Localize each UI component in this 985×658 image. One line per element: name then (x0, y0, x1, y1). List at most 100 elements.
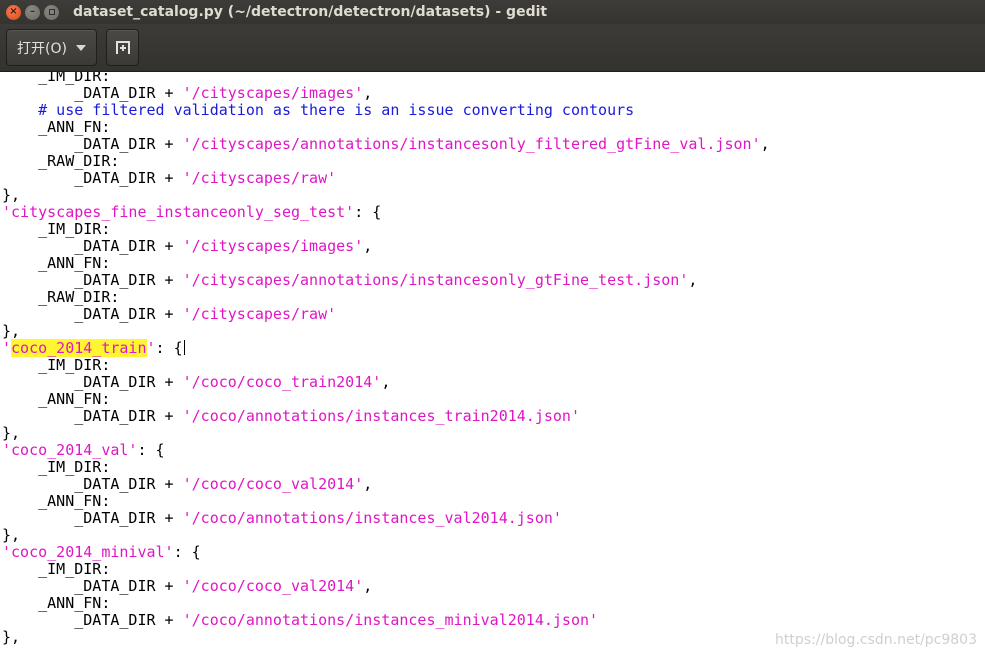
code-line: _ANN_FN: (2, 493, 770, 510)
string-token: '/cityscapes/images' (182, 237, 364, 255)
header-bar: 打开(O) (0, 24, 985, 72)
code-token: _ANN_FN: (2, 118, 111, 136)
window-controls: × – (6, 4, 59, 20)
code-line: 'coco_2014_train': { (2, 339, 770, 357)
code-token: : { (137, 441, 165, 459)
code-token: _DATA_DIR + (2, 135, 183, 153)
code-line: _DATA_DIR + '/coco/annotations/instances… (2, 612, 770, 629)
code-token: _RAW_DIR: (2, 288, 120, 306)
code-token: _DATA_DIR + (2, 84, 183, 102)
code-line: _RAW_DIR: (2, 153, 770, 170)
string-token: '/coco/annotations/instances_minival2014… (182, 611, 599, 629)
code-line: }, (2, 629, 770, 646)
code-token: _DATA_DIR + (2, 407, 183, 425)
code-line: }, (2, 323, 770, 340)
code-token: _DATA_DIR + (2, 169, 183, 187)
code-token: _DATA_DIR + (2, 271, 183, 289)
code-line: _ANN_FN: (2, 595, 770, 612)
code-token: _DATA_DIR + (2, 475, 183, 493)
code-token: }, (2, 628, 21, 646)
code-token: , (688, 271, 698, 289)
string-token: '/cityscapes/annotations/instancesonly_f… (182, 135, 761, 153)
code-line: _DATA_DIR + '/coco/coco_val2014', (2, 578, 770, 595)
code-line: _RAW_DIR: (2, 289, 770, 306)
code-token: , (363, 84, 373, 102)
code-line: _DATA_DIR + '/coco/annotations/instances… (2, 510, 770, 527)
code-token: }, (2, 186, 21, 204)
code-token: : { (173, 543, 201, 561)
code-token: _RAW_DIR: (2, 152, 120, 170)
code-token: _DATA_DIR + (2, 237, 183, 255)
string-token: '/coco/annotations/instances_val2014.jso… (182, 509, 562, 527)
minimize-window-button[interactable]: – (25, 4, 40, 20)
code-line: }, (2, 187, 770, 204)
close-icon: × (9, 6, 18, 17)
code-line: _DATA_DIR + '/cityscapes/raw' (2, 170, 770, 187)
title-bar: × – dataset_catalog.py (~/detectron/dete… (0, 0, 985, 24)
string-token: '/coco/coco_train2014' (182, 373, 382, 391)
code-line: _IM_DIR: (2, 561, 770, 578)
code-token: , (760, 135, 770, 153)
code-token: _ANN_FN: (2, 390, 111, 408)
code-token: _ANN_FN: (2, 594, 111, 612)
string-token: 'coco_2014_val' (2, 441, 138, 459)
window-title: dataset_catalog.py (~/detectron/detectro… (73, 4, 548, 20)
code-token: _ANN_FN: (2, 492, 111, 510)
string-token: 'coco_2014_minival' (2, 543, 174, 561)
text-cursor (183, 340, 185, 355)
string-token: '/cityscapes/raw' (182, 169, 337, 187)
code-token: }, (2, 424, 21, 442)
code-line: _DATA_DIR + '/cityscapes/annotations/ins… (2, 272, 770, 289)
code-token: _DATA_DIR + (2, 305, 183, 323)
code-token: _IM_DIR: (2, 220, 111, 238)
code-line: _DATA_DIR + '/cityscapes/raw' (2, 306, 770, 323)
open-button[interactable]: 打开(O) (6, 29, 97, 66)
code-token: _DATA_DIR + (2, 373, 183, 391)
string-token: ' (2, 339, 12, 357)
string-token: '/cityscapes/images' (182, 84, 364, 102)
code-line: 'cityscapes_fine_instanceonly_seg_test':… (2, 204, 770, 221)
code-token: _IM_DIR: (2, 458, 111, 476)
code-line: }, (2, 425, 770, 442)
maximize-window-button[interactable] (44, 4, 59, 20)
open-button-label: 打开(O) (17, 40, 67, 57)
minimize-icon: – (30, 6, 35, 17)
code-token: _IM_DIR: (2, 560, 111, 578)
code-line: 'coco_2014_val': { (2, 442, 770, 459)
maximize-icon (48, 9, 55, 15)
close-window-button[interactable]: × (6, 4, 21, 20)
new-tab-icon (115, 40, 130, 54)
code-token: _DATA_DIR + (2, 611, 183, 629)
chevron-down-icon (75, 44, 86, 51)
string-token: 'cityscapes_fine_instanceonly_seg_test' (2, 203, 355, 221)
string-token: '/coco/annotations/instances_train2014.j… (182, 407, 580, 425)
string-token: coco_2014_train (11, 339, 147, 357)
code-line: _DATA_DIR + '/cityscapes/images', (2, 85, 770, 102)
code-editor[interactable]: _IM_DIR: _DATA_DIR + '/cityscapes/images… (0, 72, 985, 658)
code-token: , (363, 475, 373, 493)
code-token: , (363, 577, 373, 595)
code-line: _DATA_DIR + '/cityscapes/annotations/ins… (2, 135, 770, 153)
code-token: : { (155, 339, 183, 357)
code-token: _DATA_DIR + (2, 509, 183, 527)
code-line: _ANN_FN: (2, 255, 770, 272)
code-line: # use filtered validation as there is an… (2, 102, 770, 119)
string-token: '/coco/coco_val2014' (182, 475, 364, 493)
watermark: https://blog.csdn.net/pc9803 (775, 632, 977, 648)
code-line: _IM_DIR: (2, 221, 770, 238)
string-token: '/cityscapes/annotations/instancesonly_g… (182, 271, 689, 289)
code-line: _DATA_DIR + '/coco/coco_train2014', (2, 374, 770, 391)
code-line: _ANN_FN: (2, 119, 770, 136)
new-document-button[interactable] (106, 29, 139, 66)
code-line: _IM_DIR: (2, 357, 770, 374)
code-token: : { (354, 203, 382, 221)
code-token: }, (2, 322, 21, 340)
code-line: }, (2, 527, 770, 544)
code-line: _DATA_DIR + '/coco/coco_val2014', (2, 476, 770, 493)
code-token: , (381, 373, 391, 391)
string-token: ' (146, 339, 156, 357)
code-line: _DATA_DIR + '/cityscapes/images', (2, 238, 770, 255)
code-line: _ANN_FN: (2, 391, 770, 408)
code-line: _IM_DIR: (2, 459, 770, 476)
code-token: }, (2, 526, 21, 544)
